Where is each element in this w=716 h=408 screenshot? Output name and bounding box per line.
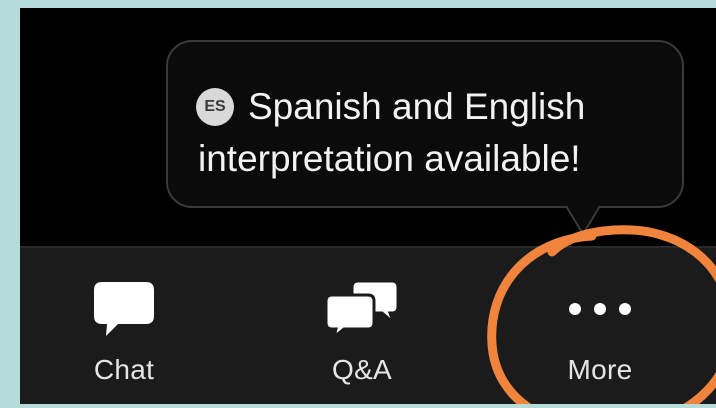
language-badge: ES bbox=[196, 88, 234, 126]
chat-bubble-icon bbox=[79, 278, 169, 340]
meeting-toolbar: Chat Q&A More bbox=[20, 246, 716, 404]
interpretation-tooltip: ES Spanish and English interpretation av… bbox=[166, 40, 684, 208]
qa-label: Q&A bbox=[331, 354, 393, 385]
tooltip-text-line-2: interpretation available! bbox=[198, 138, 581, 179]
chat-button[interactable]: Chat bbox=[64, 278, 184, 388]
chat-label: Chat bbox=[93, 354, 155, 385]
meeting-screen: ES Spanish and English interpretation av… bbox=[20, 8, 716, 404]
tooltip-text-line-1: Spanish and English bbox=[248, 86, 586, 127]
qa-bubbles-icon bbox=[317, 278, 407, 340]
tooltip-line-1: ES Spanish and English bbox=[196, 82, 585, 132]
tooltip-tail bbox=[566, 204, 600, 236]
more-label: More bbox=[567, 354, 633, 385]
tooltip-line-2: interpretation available! bbox=[198, 134, 581, 184]
more-dots-icon bbox=[555, 278, 645, 340]
more-button[interactable]: More bbox=[540, 278, 660, 388]
qa-button[interactable]: Q&A bbox=[302, 278, 422, 388]
